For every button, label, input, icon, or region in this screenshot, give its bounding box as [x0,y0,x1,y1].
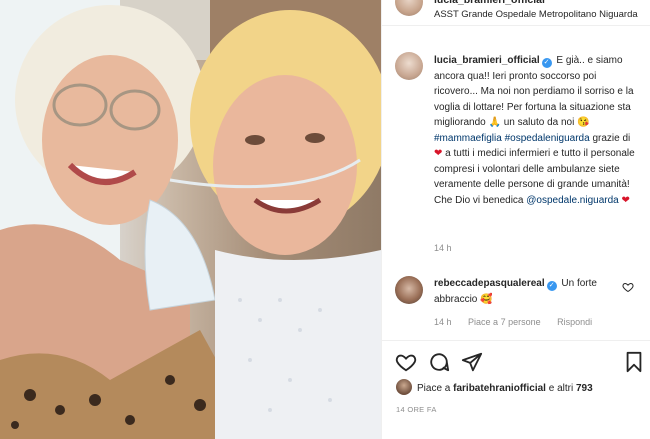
comment-meta: 14 h Piace a 7 persone Rispondi [434,317,606,327]
author-username[interactable]: lucia_bramieri_official [434,0,545,6]
paper-plane-icon[interactable] [461,351,483,373]
likes-prefix: Piace a [417,383,454,394]
caption-avatar[interactable] [395,52,423,80]
commenter-username[interactable]: rebeccadepasqualereal [434,278,545,289]
post-location[interactable]: ASST Grande Ospedale Metropolitano Nigua… [434,9,638,20]
comment: rebeccadepasqualereal ✓ Un forte abbracci… [434,276,614,307]
liker-avatar [396,379,412,395]
comment-time: 14 h [434,317,452,327]
liker-username[interactable]: faribatehraniofficial [453,383,546,394]
likes-summary[interactable]: Piace a faribatehraniofficial e altri 79… [396,379,593,395]
commenter-avatar[interactable] [395,276,423,304]
heart-icon[interactable] [395,351,417,373]
post-date: 14 ORE FA [396,405,437,414]
likes-count[interactable]: 793 [576,383,593,394]
selfie-image [0,0,381,439]
caption-time: 14 h [434,243,452,253]
post-side-panel: lucia_bramieri_official ASST Grande Ospe… [381,0,650,439]
comment-heart-icon[interactable] [622,281,634,293]
post-header: lucia_bramieri_official ASST Grande Ospe… [382,0,650,26]
comment-bubble-icon[interactable] [428,351,450,373]
hashtag-mammaefiglia[interactable]: #mammaefiglia [434,133,502,144]
post-actions: Piace a faribatehraniofficial e altri 79… [382,340,650,439]
reply-button[interactable]: Rispondi [557,317,592,327]
caption-text-2: grazie di [589,132,631,144]
bookmark-icon[interactable] [623,351,645,373]
verified-badge-icon: ✓ [546,281,557,291]
post-caption: lucia_bramieri_official ✓ E già.. e siamo… [434,53,638,208]
hashtag-ospedaleniguarda[interactable]: #ospedaleniguarda [505,133,590,144]
author-avatar[interactable] [395,0,423,16]
likes-middle: e altri [545,383,576,394]
caption-username[interactable]: lucia_bramieri_official [434,55,540,66]
comment-likes[interactable]: Piace a 7 persone [468,317,541,327]
verified-badge-icon: ✓ [541,58,552,68]
post-photo[interactable] [0,0,381,439]
heart-emoji-2: ❤ [621,194,630,206]
mention-ospedale-niguarda[interactable]: @ospedale.niguarda [526,195,618,206]
